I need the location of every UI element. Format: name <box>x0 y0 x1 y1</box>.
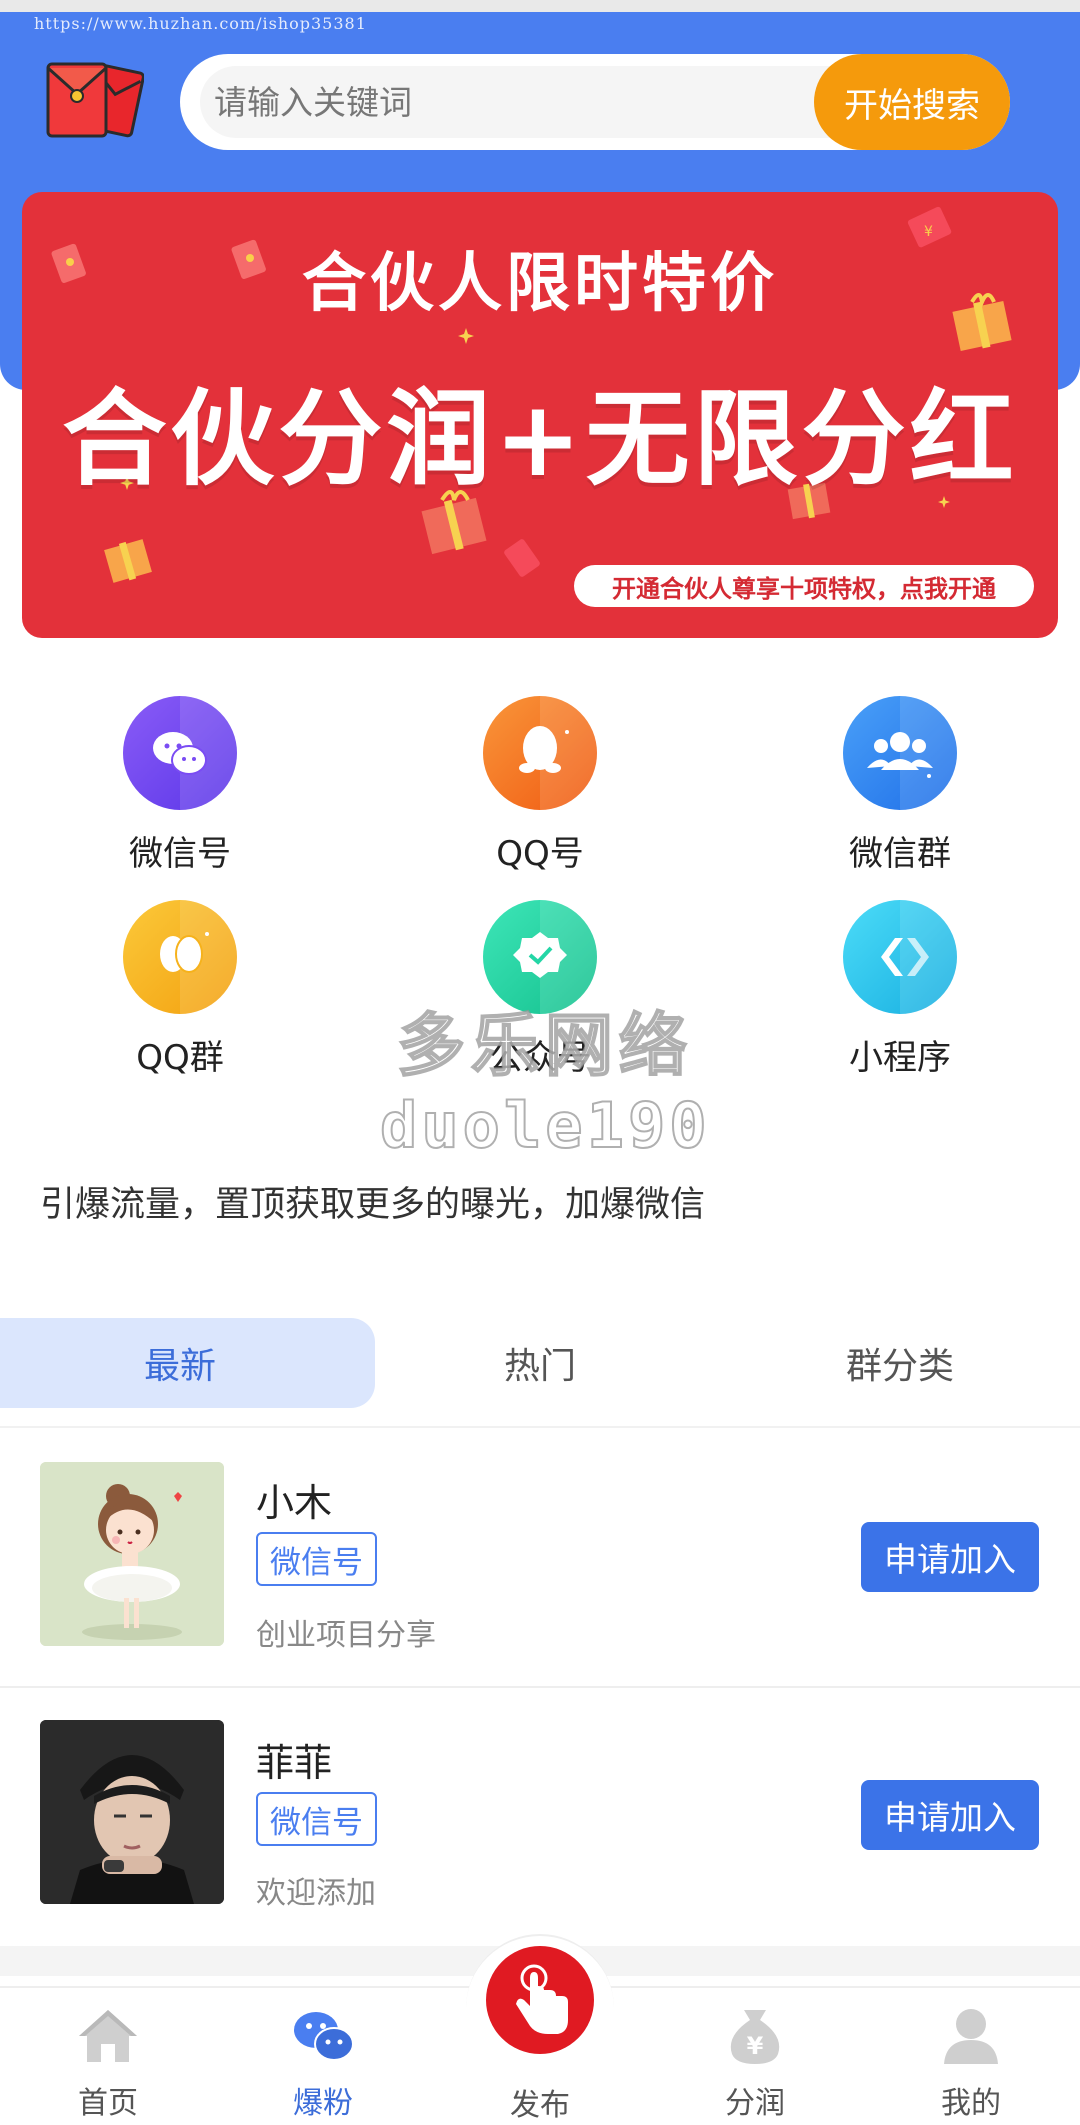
publish-button[interactable] <box>486 1946 594 2054</box>
red-envelope-logo-icon[interactable] <box>44 60 145 142</box>
nav-label: 首页 <box>78 2086 138 2121</box>
sparkle-icon <box>458 328 474 344</box>
user-icon <box>944 2009 998 2064</box>
status-strip <box>0 0 1080 12</box>
wechat-icon <box>123 696 237 810</box>
svg-text:¥: ¥ <box>747 2032 764 2060</box>
official-account-icon <box>483 900 597 1014</box>
category-qq[interactable]: QQ号 <box>420 696 660 875</box>
apply-button[interactable]: 申请加入 <box>861 1780 1039 1850</box>
nav-fans[interactable]: 爆粉 <box>248 2006 398 2122</box>
banner-headline: 合伙分润+无限分红 <box>62 378 1018 500</box>
category-label: 微信号 <box>129 834 231 874</box>
nav-mine[interactable]: 我的 <box>896 2006 1046 2122</box>
group-icon <box>843 696 957 810</box>
promo-banner[interactable]: ¥ 合伙人限时特价 合伙分润+无限分红 开通合伙人尊享十项特权，点我开通 <box>22 192 1058 638</box>
search-button[interactable]: 开始搜索 <box>814 54 1010 150</box>
mini-program-icon <box>843 900 957 1014</box>
nav-label[interactable]: 发布 <box>466 2080 614 2124</box>
nav-label: 分润 <box>725 2086 785 2121</box>
home-icon <box>79 2010 137 2062</box>
nav-label: 爆粉 <box>293 2086 353 2121</box>
avatar <box>40 1720 224 1904</box>
search-input[interactable] <box>214 66 794 138</box>
apply-button[interactable]: 申请加入 <box>861 1522 1039 1592</box>
item-tag: 微信号 <box>256 1792 377 1846</box>
item-desc: 创业项目分享 <box>256 1618 436 1653</box>
category-official-account[interactable]: 公众号 <box>420 900 660 1079</box>
category-label: QQ群 <box>136 1038 224 1078</box>
list-item[interactable]: 菲菲 微信号 欢迎添加 申请加入 <box>0 1688 1080 1944</box>
watermark-line: duole190 <box>379 1088 711 1163</box>
avatar <box>40 1462 224 1646</box>
item-desc: 欢迎添加 <box>256 1876 376 1911</box>
slogan-text: 引爆流量，置顶获取更多的曝光，加爆微信 <box>40 1185 706 1225</box>
tab-group-category[interactable]: 群分类 <box>760 1318 1040 1408</box>
nav-profit[interactable]: ¥ 分润 <box>680 2006 830 2122</box>
category-qq-group[interactable]: QQ群 <box>60 900 300 1079</box>
category-label: 小程序 <box>849 1038 951 1078</box>
category-wechat-group[interactable]: 微信群 <box>780 696 1020 875</box>
tab-latest[interactable]: 最新 <box>40 1318 320 1408</box>
nav-label: 我的 <box>941 2086 1001 2121</box>
banner-cta[interactable]: 开通合伙人尊享十项特权，点我开通 <box>574 565 1034 607</box>
url-watermark: https://www.huzhan.com/ishop35381 <box>34 14 367 33</box>
category-label: 微信群 <box>849 834 951 874</box>
item-name: 菲菲 <box>256 1741 333 1785</box>
list-item[interactable]: 小木 微信号 创业项目分享 申请加入 <box>0 1428 1080 1684</box>
item-name: 小木 <box>256 1481 333 1525</box>
tap-hand-icon <box>516 1964 568 2034</box>
red-packet-icon <box>504 539 540 577</box>
chat-bubbles-icon <box>294 2012 354 2061</box>
qq-group-icon <box>123 900 237 1014</box>
qq-penguin-icon <box>483 696 597 810</box>
category-label: QQ号 <box>496 834 584 874</box>
category-wechat[interactable]: 微信号 <box>60 696 300 875</box>
category-label: 公众号 <box>489 1038 591 1078</box>
gift-box-icon <box>104 539 152 583</box>
tab-hot[interactable]: 热门 <box>400 1318 680 1408</box>
banner-title: 合伙人限时特价 <box>302 247 778 321</box>
category-mini-program[interactable]: 小程序 <box>780 900 1020 1079</box>
money-bag-icon: ¥ <box>730 2010 780 2064</box>
nav-home[interactable]: 首页 <box>33 2006 183 2122</box>
item-tag: 微信号 <box>256 1532 377 1586</box>
